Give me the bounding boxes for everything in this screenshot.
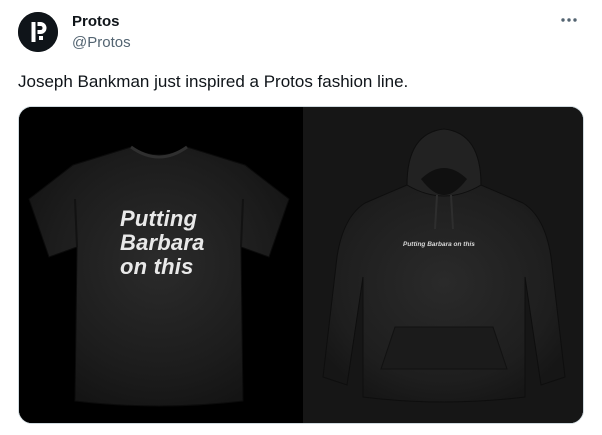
tshirt-print-text: Putting Barbara on this: [120, 207, 230, 279]
tshirt-print-line: on this: [120, 254, 194, 279]
tweet-text: Joseph Bankman just inspired a Protos fa…: [18, 72, 409, 91]
author-name[interactable]: Protos: [72, 13, 120, 30]
protos-logo-icon: [18, 12, 58, 52]
hoodie-graphic: [303, 107, 583, 423]
media-gallery: Putting Barbara on this Putting Barbara …: [18, 106, 584, 424]
hoodie-image[interactable]: Putting Barbara on this: [303, 107, 583, 423]
more-options-button[interactable]: [558, 10, 580, 30]
more-horizontal-icon: [561, 18, 577, 22]
author-handle[interactable]: @Protos: [72, 34, 131, 51]
tshirt-print-line: Barbara: [120, 230, 205, 255]
tshirt-print-line: Putting: [120, 206, 198, 231]
tshirt-image[interactable]: Putting Barbara on this: [19, 107, 300, 423]
hoodie-print-text: Putting Barbara on this: [403, 241, 475, 248]
tweet[interactable]: Protos @Protos Joseph Bankman just inspi…: [0, 0, 602, 435]
avatar[interactable]: [18, 12, 58, 52]
